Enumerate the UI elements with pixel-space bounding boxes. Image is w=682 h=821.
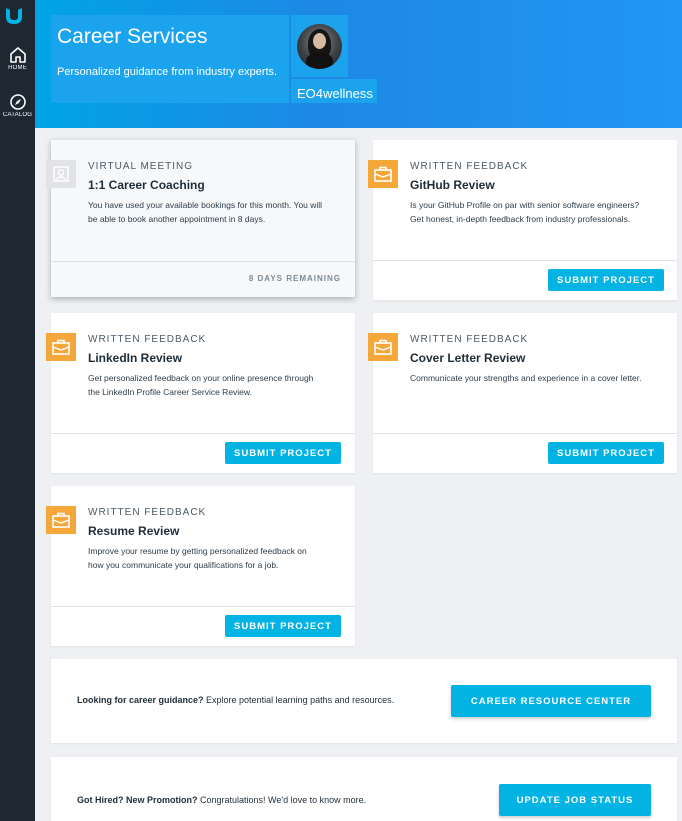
card-eyebrow: VIRTUAL MEETING (88, 161, 194, 172)
resume-review-card: WRITTEN FEEDBACK Resume Review Improve y… (46, 486, 355, 646)
card-divider (51, 261, 355, 262)
home-icon (9, 47, 26, 63)
sidebar-item-home[interactable]: HOME (0, 46, 35, 71)
username: EO4wellness (297, 86, 373, 101)
card-title: GitHub Review (410, 178, 495, 192)
linkedin-review-card: WRITTEN FEEDBACK LinkedIn Review Get per… (46, 313, 355, 473)
card-divider (51, 606, 355, 607)
card-title: Resume Review (88, 524, 180, 538)
update-job-status-button[interactable]: UPDATE JOB STATUS (499, 784, 651, 816)
sidebar-item-catalog[interactable]: CATALOG (0, 93, 35, 118)
submit-project-button[interactable]: SUBMIT PROJECT (548, 442, 664, 464)
career-guidance-bold: Looking for career guidance? (77, 695, 204, 705)
card-description: Communicate your strengths and experienc… (410, 373, 642, 383)
cover-letter-review-card: WRITTEN FEEDBACK Cover Letter Review Com… (368, 313, 677, 473)
card-divider (373, 260, 677, 261)
compass-icon (9, 94, 26, 110)
card-divider (373, 433, 677, 434)
card-title: Cover Letter Review (410, 351, 526, 365)
card-description: Get personalized feedback on your online… (88, 373, 314, 397)
job-status-text: Got Hired? New Promotion? Congratulation… (77, 795, 366, 805)
page-title: Career Services (57, 25, 208, 48)
card-divider (51, 433, 355, 434)
career-coaching-card[interactable]: VIRTUAL MEETING 1:1 Career Coaching You … (46, 140, 355, 297)
card-description: Improve your resume by getting personali… (88, 546, 307, 570)
submit-project-button[interactable]: SUBMIT PROJECT (225, 442, 341, 464)
submit-project-button[interactable]: SUBMIT PROJECT (225, 615, 341, 637)
career-guidance-banner: Looking for career guidance? Explore pot… (51, 659, 677, 743)
page-subtitle: Personalized guidance from industry expe… (57, 66, 278, 78)
job-status-banner: Got Hired? New Promotion? Congratulation… (51, 757, 677, 821)
sidebar-item-label: HOME (8, 65, 27, 71)
sidebar-item-label: CATALOG (2, 112, 33, 118)
page-header: Career Services Personalized guidance fr… (35, 0, 682, 128)
card-eyebrow: WRITTEN FEEDBACK (88, 334, 207, 345)
video-call-icon (46, 160, 76, 188)
job-status-bold: Got Hired? New Promotion? (77, 795, 198, 805)
card-eyebrow: WRITTEN FEEDBACK (410, 334, 529, 345)
days-remaining-label: 8 DAYS REMAINING (248, 274, 341, 283)
udacity-logo-icon[interactable] (3, 5, 25, 27)
briefcase-icon (368, 160, 398, 188)
card-eyebrow: WRITTEN FEEDBACK (88, 507, 207, 518)
github-review-card: WRITTEN FEEDBACK GitHub Review Is your G… (368, 140, 677, 300)
career-guidance-text: Looking for career guidance? Explore pot… (77, 695, 394, 705)
career-guidance-body: Explore potential learning paths and res… (203, 695, 395, 705)
submit-project-button[interactable]: SUBMIT PROJECT (548, 269, 664, 291)
avatar (297, 24, 342, 69)
briefcase-icon (368, 333, 398, 361)
card-description: You have used your available bookings fo… (88, 200, 323, 224)
job-status-body: Congratulations! We'd love to know more. (197, 795, 367, 805)
briefcase-icon (46, 506, 76, 534)
card-title: 1:1 Career Coaching (88, 178, 205, 192)
card-title: LinkedIn Review (88, 351, 183, 365)
sidebar: HOME CATALOG (0, 0, 35, 821)
card-description: Is your GitHub Profile on par with senio… (410, 200, 640, 224)
card-eyebrow: WRITTEN FEEDBACK (410, 161, 529, 172)
briefcase-icon (46, 333, 76, 361)
career-resource-center-button[interactable]: CAREER RESOURCE CENTER (451, 685, 651, 717)
